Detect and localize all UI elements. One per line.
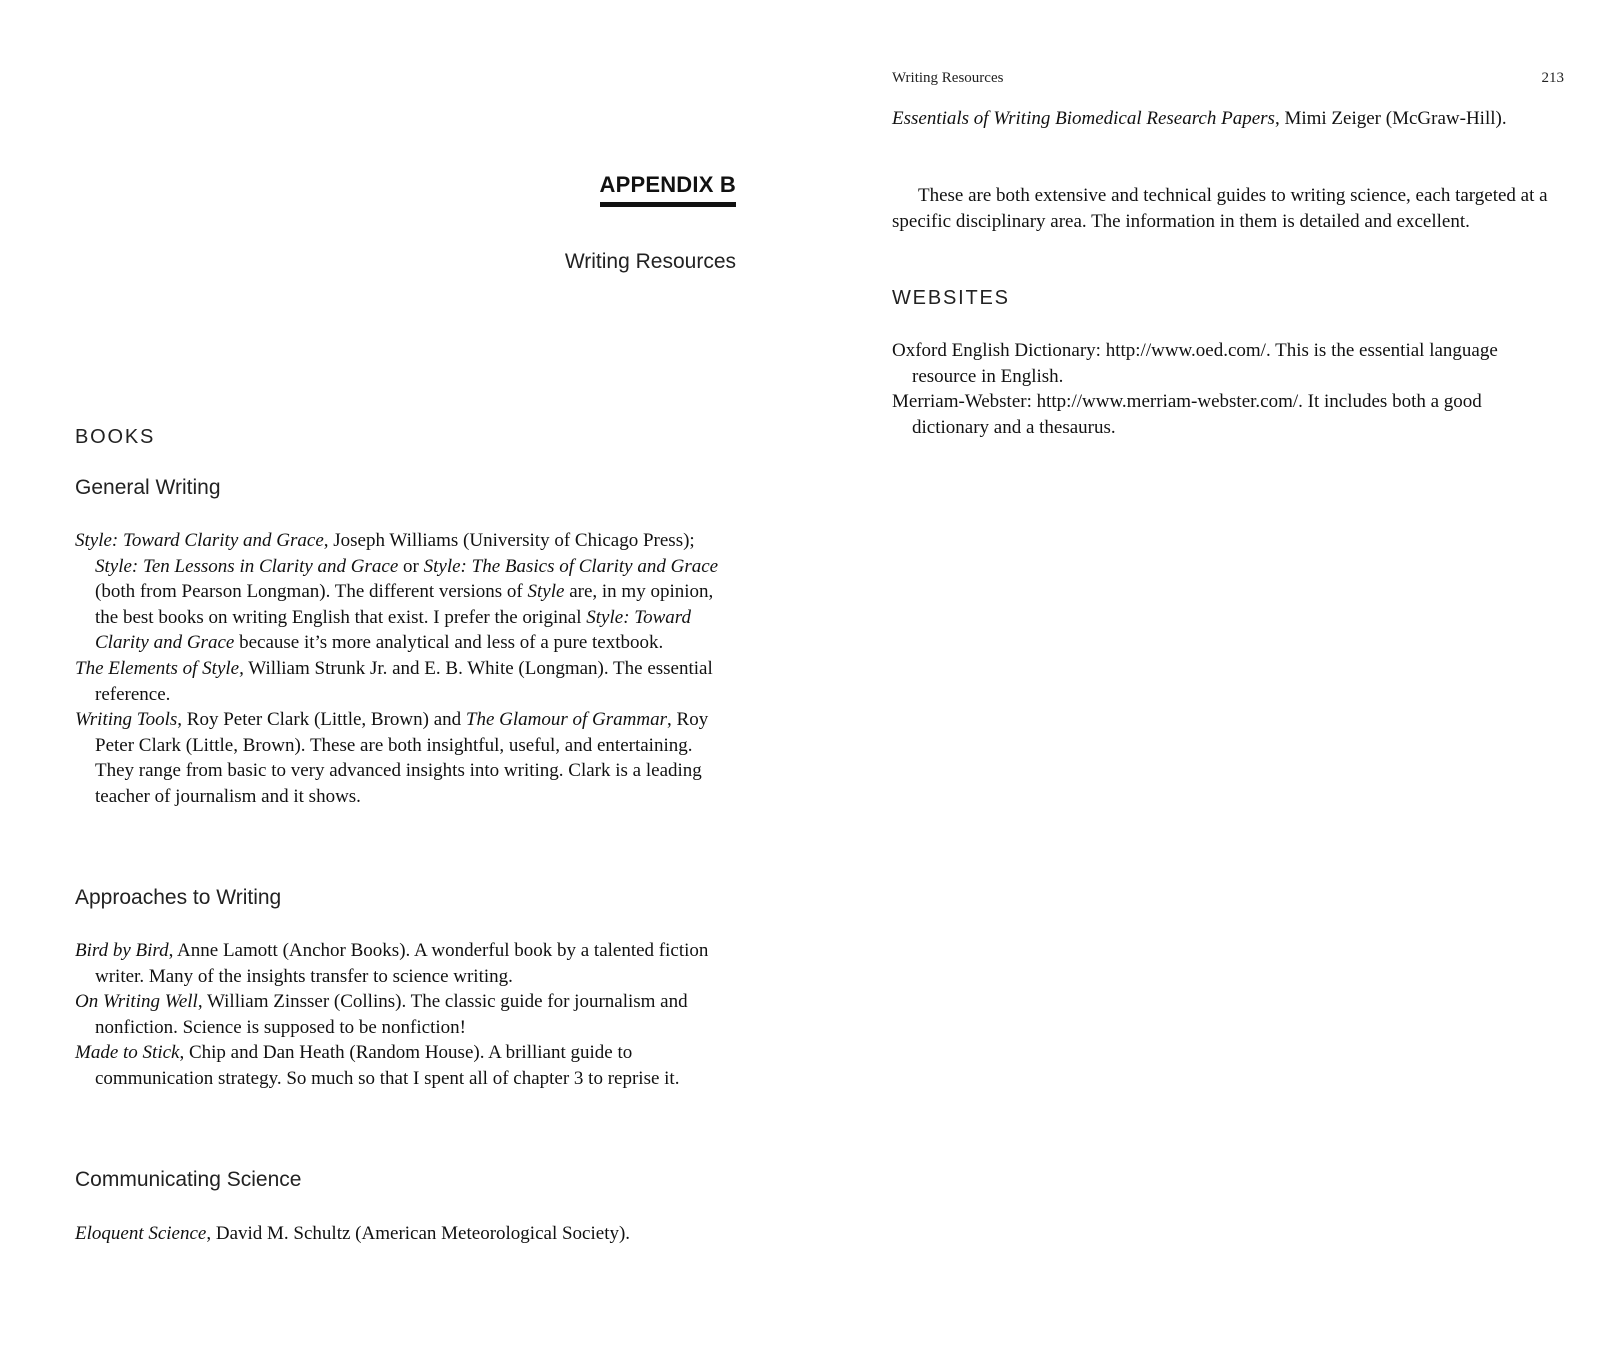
list-item: Writing Tools, Roy Peter Clark (Little, … bbox=[75, 707, 725, 809]
book-title: Made to Stick bbox=[75, 1042, 180, 1064]
page-number: 213 bbox=[1541, 70, 1565, 86]
general-writing-list: Style: Toward Clarity and Grace, Joseph … bbox=[75, 528, 725, 810]
book-title: Writing Tools bbox=[75, 709, 178, 731]
appendix-title: Writing Resources bbox=[564, 250, 736, 273]
entry-text: (both from Pearson Longman). The differe… bbox=[95, 581, 528, 603]
running-head: Writing Resources bbox=[892, 70, 1004, 86]
list-item: Style: Toward Clarity and Grace, Joseph … bbox=[75, 528, 725, 656]
appendix-label: APPENDIX B bbox=[599, 172, 736, 207]
books-heading: BOOKS bbox=[75, 426, 156, 448]
book-title: Essentials of Writing Biomedical Researc… bbox=[892, 108, 1275, 129]
list-item: Oxford English Dictionary: http://www.oe… bbox=[892, 340, 1498, 387]
communicating-list: Eloquent Science, David M. Schultz (Amer… bbox=[75, 1221, 725, 1247]
communicating-heading: Communicating Science bbox=[75, 1168, 302, 1191]
book-title: Style: Ten Lessons in Clarity and Grace bbox=[95, 555, 399, 577]
book-title: Style: The Basics of Clarity and Grace bbox=[423, 555, 719, 577]
list-item: The Elements of Style, William Strunk Jr… bbox=[75, 656, 725, 707]
approaches-list: Bird by Bird, Anne Lamott (Anchor Books)… bbox=[75, 938, 725, 1092]
list-item: Eloquent Science, David M. Schultz (Amer… bbox=[75, 1221, 725, 1247]
list-item: Made to Stick, Chip and Dan Heath (Rando… bbox=[75, 1040, 725, 1091]
book-title: On Writing Well bbox=[75, 991, 198, 1013]
entry-text: , Chip and Dan Heath (Random House). A b… bbox=[95, 1042, 680, 1089]
list-item: Essentials of Writing Biomedical Researc… bbox=[892, 106, 1542, 132]
approaches-heading: Approaches to Writing bbox=[75, 886, 282, 909]
right-page: Writing Resources 213 Essentials of Writ… bbox=[806, 0, 1612, 1347]
list-item: Merriam-Webster: http://www.merriam-webs… bbox=[892, 391, 1482, 438]
list-item: Bird by Bird, Anne Lamott (Anchor Books)… bbox=[75, 938, 725, 989]
book-title: Eloquent Science bbox=[75, 1223, 207, 1244]
entry-text: or bbox=[398, 555, 424, 577]
entry-text: , Joseph Williams (University of Chicago… bbox=[323, 530, 695, 551]
book-title: Style bbox=[527, 581, 565, 603]
book-title: The Elements of Style, bbox=[75, 657, 244, 679]
websites-heading: WEBSITES bbox=[892, 287, 1010, 309]
book-title: The Glamour of Grammar bbox=[465, 709, 668, 731]
entry-text: , Roy Peter Clark (Little, Brown) and bbox=[177, 709, 466, 731]
continued-list: Essentials of Writing Biomedical Researc… bbox=[892, 106, 1542, 132]
entry-text: , Mimi Zeiger (McGraw-Hill). bbox=[1274, 108, 1507, 129]
entry-text: because it’s more analytical and less of… bbox=[234, 632, 664, 654]
general-writing-heading: General Writing bbox=[75, 476, 221, 499]
entry-text: , David M. Schultz (American Meteorologi… bbox=[206, 1223, 631, 1244]
list-item: On Writing Well, William Zinsser (Collin… bbox=[75, 989, 725, 1040]
book-title: Style: Toward Clarity and Grace bbox=[75, 530, 324, 551]
websites-list: Oxford English Dictionary: http://www.oe… bbox=[892, 338, 1542, 440]
left-page: APPENDIX B Writing Resources BOOKS Gener… bbox=[0, 0, 806, 1347]
summary-paragraph: These are both extensive and technical g… bbox=[892, 185, 1548, 232]
book-title: Bird by Bird bbox=[75, 940, 169, 961]
entry-text: , Anne Lamott (Anchor Books). A wonderfu… bbox=[95, 940, 709, 987]
